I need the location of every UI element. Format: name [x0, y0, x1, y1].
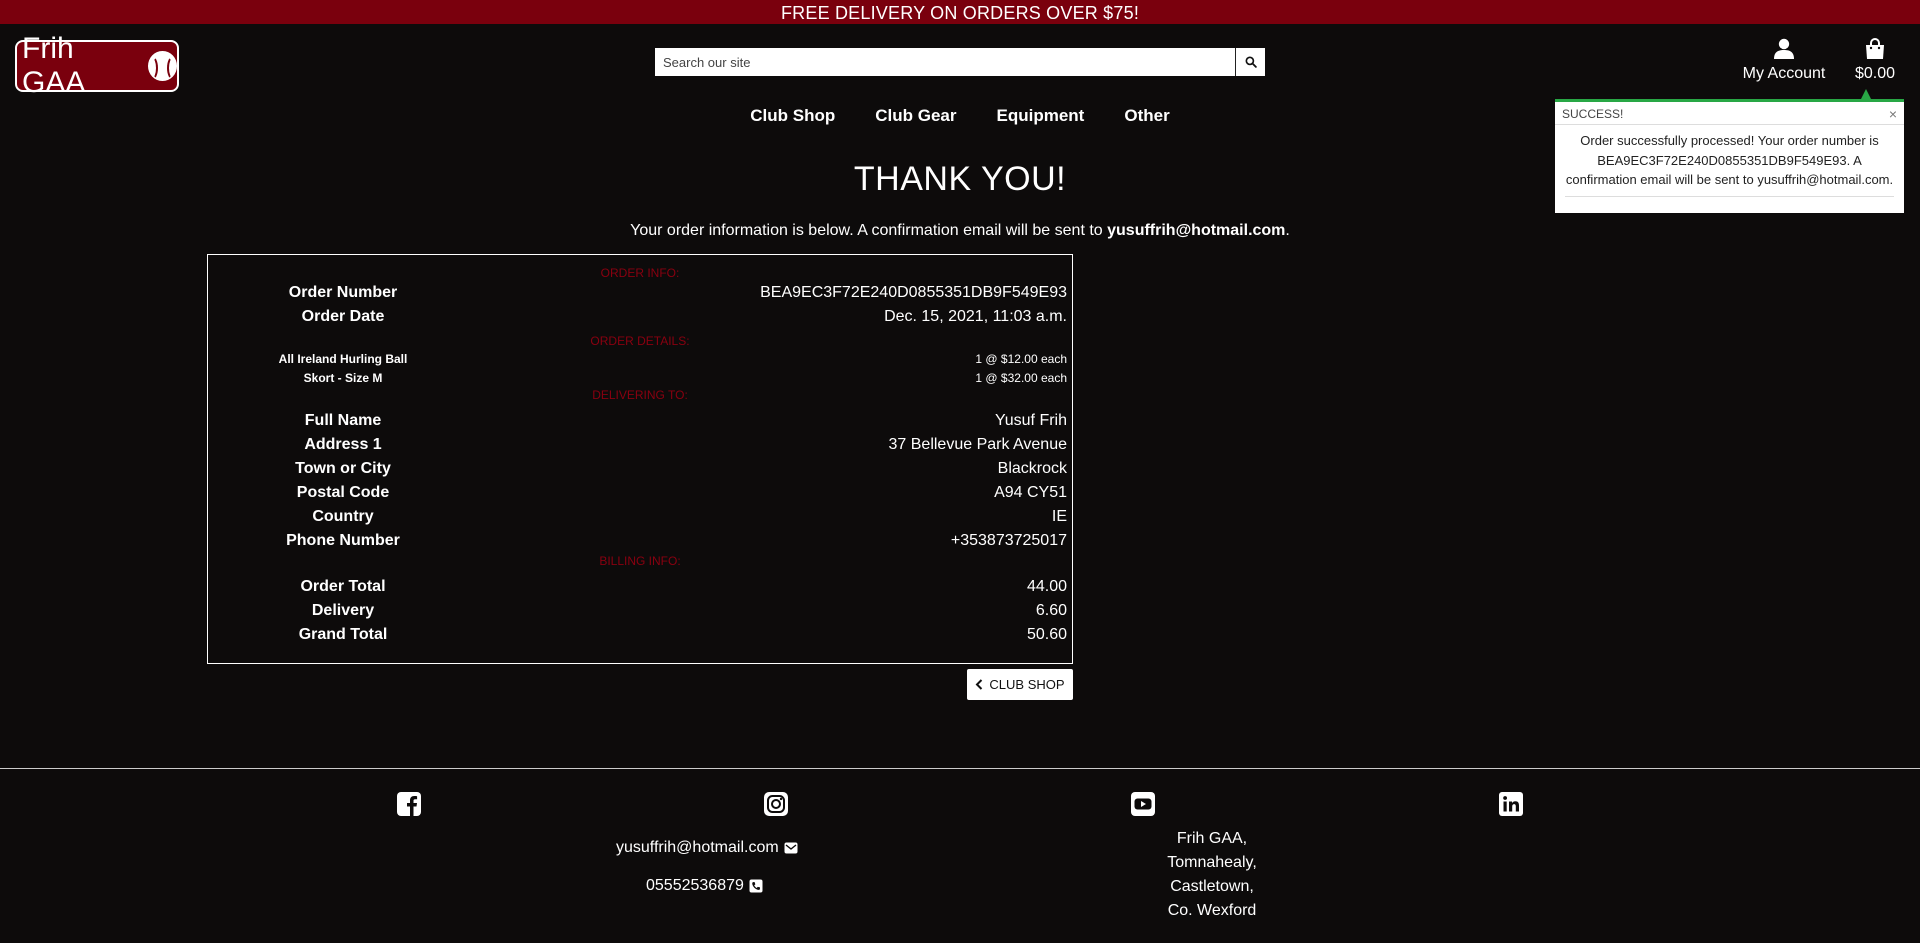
delivery-value: A94 CY51	[994, 484, 1067, 501]
delivery-value: 37 Bellevue Park Avenue	[888, 436, 1068, 453]
billing-label: Grand Total	[298, 626, 388, 643]
nav-club-gear[interactable]: Club Gear	[875, 106, 956, 126]
delivery-row: Country IE	[208, 505, 1072, 529]
linkedin-icon[interactable]	[1498, 791, 1524, 817]
youtube-icon[interactable]	[1130, 791, 1156, 817]
footer-address: Frih GAA, Tomnahealy, Castletown, Co. We…	[1112, 827, 1312, 923]
order-number-value: BEA9EC3F72E240D0855351DB9F549E93	[760, 284, 1067, 301]
address-line: Frih GAA,	[1176, 830, 1248, 847]
nav-other[interactable]: Other	[1124, 106, 1169, 126]
order-date-label: Order Date	[301, 308, 385, 325]
shopping-bag-link[interactable]: $0.00	[1852, 38, 1898, 83]
user-icon	[1774, 38, 1794, 59]
subtitle-period: .	[1285, 222, 1290, 239]
delivery-row: Phone Number +353873725017	[208, 529, 1072, 553]
order-item-name: Skort - Size M	[303, 370, 383, 385]
shopping-bag-icon	[1866, 38, 1884, 59]
billing-row: Delivery 6.60	[208, 599, 1072, 623]
toast-arrow	[1861, 89, 1871, 99]
sliotar-icon	[148, 51, 177, 81]
nav-equipment[interactable]: Equipment	[997, 106, 1085, 126]
billing-info-heading: BILLING INFO:	[599, 554, 681, 568]
my-account-label: My Account	[1742, 65, 1826, 82]
my-account-link[interactable]: My Account	[1738, 38, 1830, 83]
delivering-to-heading: DELIVERING TO:	[592, 388, 688, 402]
billing-label: Order Total	[300, 578, 386, 595]
club-shop-label: CLUB SHOP	[989, 677, 1065, 692]
facebook-icon[interactable]	[396, 791, 422, 817]
order-summary: ORDER INFO: Order Number BEA9EC3F72E240D…	[207, 254, 1073, 664]
delivery-value: Yusuf Frih	[994, 412, 1067, 429]
delivery-label: Full Name	[304, 412, 382, 429]
toast-title: SUCCESS!	[1562, 107, 1624, 121]
page-title: THANK YOU!	[853, 160, 1067, 198]
footer-phone-text: 05552536879	[646, 877, 744, 894]
delivery-value: Blackrock	[997, 460, 1067, 477]
footer-email-text: yusuffrih@hotmail.com	[616, 839, 779, 856]
billing-label: Delivery	[311, 602, 375, 619]
subtitle-text: Your order information is below. A confi…	[630, 222, 1108, 239]
phone-icon	[749, 879, 763, 893]
delivery-row: Address 1 37 Bellevue Park Avenue	[208, 433, 1072, 457]
site-logo[interactable]: Frih GAA	[15, 32, 179, 99]
order-details-heading: ORDER DETAILS:	[590, 334, 690, 348]
billing-value: 44.00	[1026, 578, 1067, 595]
club-shop-button[interactable]: CLUB SHOP	[967, 669, 1073, 700]
order-date-value: Dec. 15, 2021, 11:03 a.m.	[884, 308, 1067, 325]
delivery-label: Postal Code	[296, 484, 390, 501]
envelope-icon	[784, 842, 798, 854]
confirmation-email: yusuffrih@hotmail.com	[1107, 222, 1286, 239]
site-footer: yusuffrih@hotmail.com 05552536879 Frih G…	[0, 768, 1920, 943]
order-item-row: Skort - Size M 1 @ $32.00 each	[208, 368, 1072, 387]
order-info-heading: ORDER INFO:	[600, 266, 680, 280]
delivery-label: Town or City	[295, 460, 391, 477]
instagram-icon[interactable]	[763, 791, 789, 817]
chevron-left-icon	[976, 679, 983, 690]
search-form	[655, 48, 1265, 76]
order-item-qty: 1 @ $32.00 each	[975, 370, 1067, 385]
footer-phone[interactable]: 05552536879	[646, 877, 763, 895]
delivery-row: Full Name Yusuf Frih	[208, 409, 1072, 433]
nav-club-shop[interactable]: Club Shop	[750, 106, 835, 126]
delivery-value: +353873725017	[950, 532, 1067, 549]
order-item-row: All Ireland Hurling Ball 1 @ $12.00 each	[208, 349, 1072, 368]
order-item-qty: 1 @ $12.00 each	[975, 351, 1067, 366]
delivery-value: IE	[1051, 508, 1067, 525]
search-input[interactable]	[655, 48, 1235, 76]
address-line: Tomnahealy,	[1167, 854, 1257, 871]
order-number-row: Order Number BEA9EC3F72E240D0855351DB9F5…	[208, 281, 1072, 305]
bag-total: $0.00	[1854, 65, 1896, 82]
billing-row: Grand Total 50.60	[208, 623, 1072, 647]
delivery-row: Postal Code A94 CY51	[208, 481, 1072, 505]
close-icon[interactable]: ×	[1889, 102, 1897, 124]
delivery-label: Address 1	[304, 436, 382, 453]
billing-row: Order Total 44.00	[208, 575, 1072, 599]
order-date-row: Order Date Dec. 15, 2021, 11:03 a.m.	[208, 305, 1072, 329]
delivery-label: Country	[312, 508, 374, 525]
logo-text: Frih GAA	[22, 32, 86, 99]
toast-header: SUCCESS! ×	[1555, 102, 1904, 125]
address-line: Castletown,	[1170, 878, 1254, 895]
page-subtitle: Your order information is below. A confi…	[0, 222, 1920, 240]
search-button[interactable]	[1235, 48, 1265, 76]
order-number-label: Order Number	[288, 284, 398, 301]
address-line: Co. Wexford	[1167, 902, 1257, 919]
delivery-row: Town or City Blackrock	[208, 457, 1072, 481]
search-icon	[1245, 56, 1257, 68]
billing-value: 50.60	[1026, 626, 1067, 643]
delivery-label: Phone Number	[286, 532, 400, 549]
delivery-banner: FREE DELIVERY ON ORDERS OVER $75!	[0, 0, 1920, 24]
footer-email[interactable]: yusuffrih@hotmail.com	[616, 839, 798, 857]
order-item-name: All Ireland Hurling Ball	[278, 351, 408, 366]
billing-value: 6.60	[1035, 602, 1067, 619]
